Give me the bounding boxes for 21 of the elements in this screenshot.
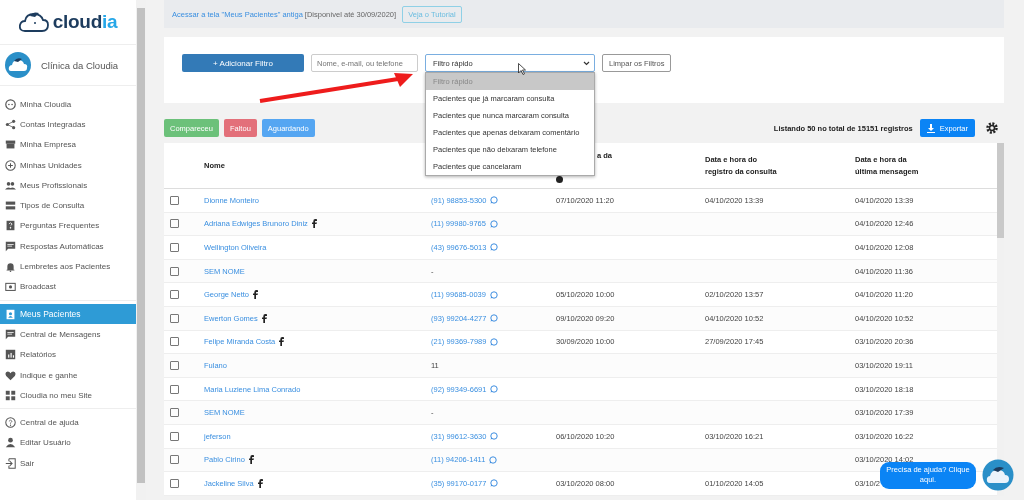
sidebar-item[interactable]: Meus Profissionais xyxy=(0,175,136,196)
sidebar-item[interactable]: Tipos de Consulta xyxy=(0,195,136,216)
sidebar-item[interactable]: Central de Mensagens xyxy=(0,324,136,345)
sidebar-item[interactable]: Relatórios xyxy=(0,344,136,365)
sidebar-item[interactable]: Minha Empresa xyxy=(0,134,136,155)
sidebar-item[interactable]: Editar Usuário xyxy=(0,432,136,454)
sidebar-item[interactable]: Perguntas Frequentes xyxy=(0,215,136,237)
clinic-name: Clínica da Cloudia xyxy=(41,59,119,71)
sidebar-item[interactable]: Respostas Automáticas xyxy=(0,236,136,257)
sidebar-item[interactable]: Central de ajuda xyxy=(0,412,136,433)
sidebar-item[interactable]: Minhas Unidades xyxy=(0,154,136,176)
sidebar-item[interactable]: Indique e ganhe xyxy=(0,364,136,386)
add-filter-button[interactable]: + Adicionar Filtro xyxy=(182,54,304,72)
sidebar-item[interactable]: Minha Cloudia xyxy=(0,94,136,115)
sidebar-item[interactable]: Cloudia no meu Site xyxy=(0,385,136,406)
sidebar-item[interactable]: Lembretes aos Pacientes xyxy=(0,256,136,277)
brand-logo: cloudia xyxy=(52,11,118,33)
sidebar-item[interactable]: Meus Pacientes xyxy=(0,303,136,325)
sidebar-item[interactable]: Broadcast xyxy=(0,276,136,297)
sidebar-item[interactable]: Contas Integradas xyxy=(0,114,136,135)
sidebar-item[interactable]: Sair xyxy=(0,453,136,474)
